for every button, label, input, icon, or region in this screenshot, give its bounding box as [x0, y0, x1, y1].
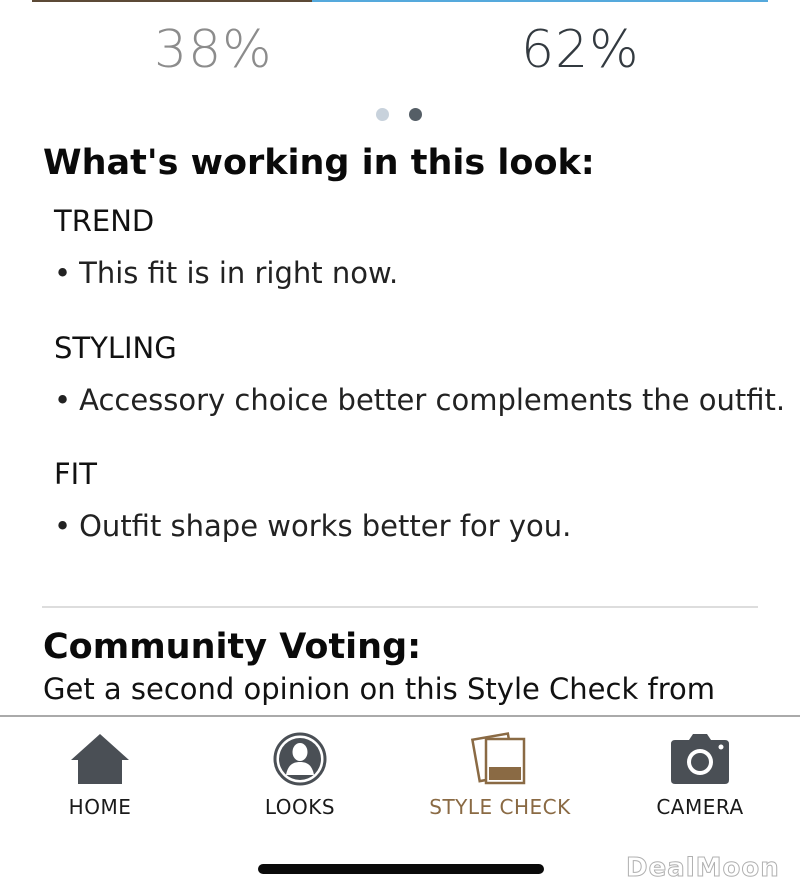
vote-left-percent: 38% — [154, 20, 273, 80]
category-styling: STYLING — [54, 331, 177, 365]
bullet-styling: • Accessory choice better complements the… — [54, 383, 785, 417]
page-dot-2[interactable] — [409, 108, 422, 121]
whats-working-title: What's working in this look: — [43, 143, 595, 183]
bullet-symbol: • — [54, 509, 72, 543]
bullet-fit-text: Outfit shape works better for you. — [79, 509, 572, 543]
tab-looks-label: LOOKS — [264, 795, 336, 819]
section-divider — [42, 606, 758, 608]
tab-home[interactable]: HOME — [0, 717, 200, 827]
vote-left-fill — [32, 0, 312, 2]
tab-camera-label: CAMERA — [656, 795, 744, 819]
tab-style-check-label: STYLE CHECK — [429, 795, 571, 819]
tab-style-check[interactable]: STYLE CHECK — [400, 717, 600, 827]
page-indicator[interactable] — [376, 108, 422, 121]
tab-looks[interactable]: LOOKS — [200, 717, 400, 827]
category-fit: FIT — [54, 457, 97, 491]
bullet-trend-text: This fit is in right now. — [79, 256, 399, 290]
bullet-styling-text: Accessory choice better complements the … — [79, 383, 786, 417]
page-dot-1[interactable] — [376, 108, 389, 121]
person-icon — [272, 731, 328, 787]
tab-camera[interactable]: CAMERA — [600, 717, 800, 827]
bullet-trend: • This fit is in right now. — [54, 256, 398, 290]
home-indicator[interactable] — [258, 864, 544, 874]
community-voting-subtitle: Get a second opinion on this Style Check… — [43, 672, 715, 706]
vote-split-bar — [32, 0, 768, 2]
watermark: DealMoon — [626, 853, 780, 884]
photos-icon — [470, 731, 530, 787]
camera-icon — [669, 731, 731, 787]
bullet-symbol: • — [54, 383, 72, 417]
tab-home-label: HOME — [68, 795, 132, 819]
community-voting-title: Community Voting: — [43, 627, 422, 667]
bullet-symbol: • — [54, 256, 72, 290]
vote-right-percent: 62% — [521, 20, 640, 80]
bullet-fit: • Outfit shape works better for you. — [54, 509, 571, 543]
home-icon — [69, 731, 131, 787]
category-trend: TREND — [54, 204, 155, 238]
